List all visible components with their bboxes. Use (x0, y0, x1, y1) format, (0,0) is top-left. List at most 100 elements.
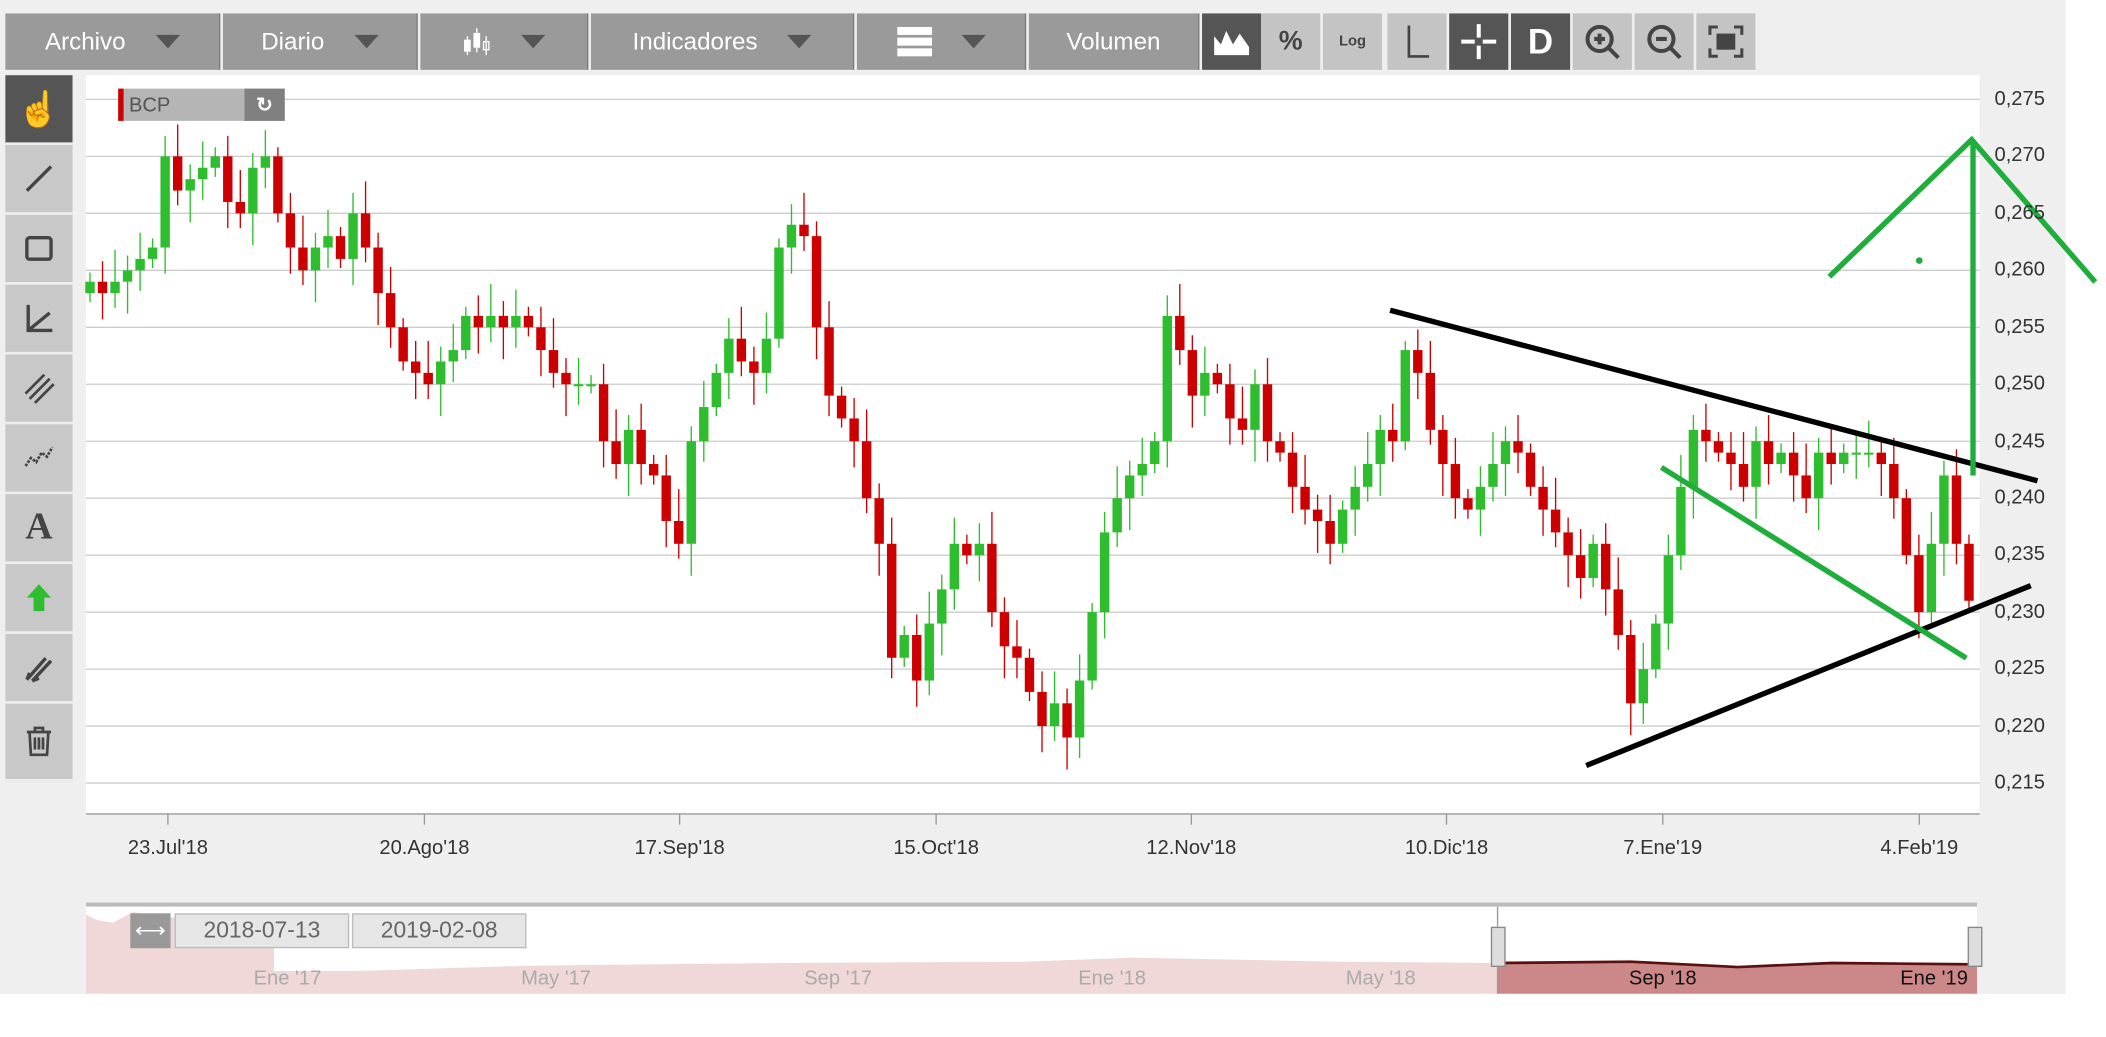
candle[interactable] (1300, 454, 1310, 525)
candle[interactable] (874, 483, 884, 576)
candle[interactable] (1876, 437, 1886, 496)
candle[interactable] (999, 597, 1010, 679)
candle[interactable] (1275, 432, 1285, 462)
candle[interactable] (1776, 443, 1786, 474)
candle[interactable] (949, 517, 960, 610)
candle[interactable] (1588, 534, 1598, 588)
candle[interactable] (1538, 466, 1548, 536)
candle[interactable] (1525, 443, 1536, 496)
candle[interactable] (198, 141, 208, 200)
candle[interactable] (811, 221, 822, 360)
candle[interactable] (1312, 494, 1323, 553)
candle[interactable] (486, 283, 496, 343)
candle[interactable] (786, 204, 797, 274)
candle[interactable] (1450, 437, 1461, 519)
candle[interactable] (235, 170, 246, 229)
candle[interactable] (886, 517, 897, 679)
candle[interactable] (573, 358, 584, 405)
candle[interactable] (285, 192, 296, 274)
candle[interactable] (310, 232, 321, 303)
candle[interactable] (937, 574, 947, 656)
candle[interactable] (774, 238, 784, 348)
candle[interactable] (410, 340, 421, 400)
candle[interactable] (1751, 426, 1761, 519)
candle[interactable] (1701, 403, 1711, 462)
candle[interactable] (1325, 494, 1335, 565)
candle[interactable] (686, 426, 696, 576)
candle[interactable] (1951, 449, 1962, 565)
candle[interactable] (1676, 454, 1686, 570)
candle[interactable] (1663, 534, 1674, 650)
candle[interactable] (1801, 443, 1811, 514)
candle[interactable] (335, 227, 346, 269)
candle[interactable] (661, 454, 671, 548)
candle[interactable] (974, 523, 985, 582)
candle[interactable] (1413, 329, 1423, 400)
candle[interactable] (223, 135, 233, 229)
candle[interactable] (1212, 363, 1223, 394)
candle[interactable] (1513, 415, 1523, 474)
candle[interactable] (761, 312, 772, 394)
candle[interactable] (248, 152, 258, 246)
refresh-icon[interactable]: ↻ (244, 88, 285, 121)
candle[interactable] (1388, 403, 1398, 462)
candle[interactable] (836, 386, 847, 428)
candle[interactable] (1150, 432, 1160, 474)
candle[interactable] (799, 192, 809, 251)
series-legend[interactable]: BCP ↻ (118, 88, 285, 121)
candle[interactable] (1826, 426, 1836, 485)
candle[interactable] (1550, 477, 1561, 548)
candle[interactable] (1137, 437, 1147, 496)
candle[interactable] (1200, 346, 1210, 417)
candle[interactable] (598, 363, 609, 468)
candle[interactable] (1363, 432, 1373, 502)
candle[interactable] (323, 209, 333, 269)
from-date-input[interactable]: 2018-07-13 (174, 913, 350, 949)
candle[interactable] (674, 489, 684, 559)
candle[interactable] (1400, 340, 1410, 451)
candle[interactable] (623, 415, 634, 496)
candle[interactable] (1763, 415, 1774, 485)
candle[interactable] (1463, 489, 1473, 519)
candle[interactable] (498, 301, 509, 360)
candle[interactable] (1337, 500, 1348, 553)
candle[interactable] (1939, 460, 1949, 576)
candle[interactable] (1713, 432, 1724, 462)
candle[interactable] (1688, 415, 1699, 519)
candle[interactable] (423, 340, 433, 400)
candle[interactable] (1613, 557, 1623, 650)
candle[interactable] (912, 614, 922, 707)
candle[interactable] (962, 534, 972, 565)
candle[interactable] (1813, 437, 1824, 531)
candle[interactable] (1024, 648, 1035, 702)
candle[interactable] (298, 215, 308, 286)
candle[interactable] (987, 511, 997, 627)
candle[interactable] (561, 358, 571, 417)
candle[interactable] (135, 232, 145, 291)
candle[interactable] (260, 130, 271, 189)
candle[interactable] (147, 238, 158, 269)
candle[interactable] (385, 266, 396, 348)
candle[interactable] (861, 409, 872, 514)
candle[interactable] (724, 318, 734, 400)
candle[interactable] (172, 124, 183, 206)
candle[interactable] (1889, 437, 1899, 519)
candle[interactable] (1926, 511, 1937, 627)
candle[interactable] (1851, 432, 1861, 479)
candle[interactable] (448, 323, 458, 382)
candle[interactable] (348, 192, 358, 286)
candle[interactable] (1262, 358, 1273, 462)
candle[interactable] (824, 301, 834, 417)
candle[interactable] (924, 591, 934, 696)
candle[interactable] (1037, 671, 1047, 753)
candle[interactable] (1964, 534, 1974, 610)
candle[interactable] (1087, 603, 1097, 690)
candle[interactable] (523, 306, 534, 337)
candle[interactable] (1475, 466, 1486, 536)
candle[interactable] (1651, 614, 1661, 679)
candle[interactable] (1738, 432, 1749, 502)
candle[interactable] (1187, 335, 1198, 428)
candle[interactable] (1438, 415, 1448, 496)
candle[interactable] (1563, 517, 1573, 588)
candle[interactable] (586, 375, 596, 394)
